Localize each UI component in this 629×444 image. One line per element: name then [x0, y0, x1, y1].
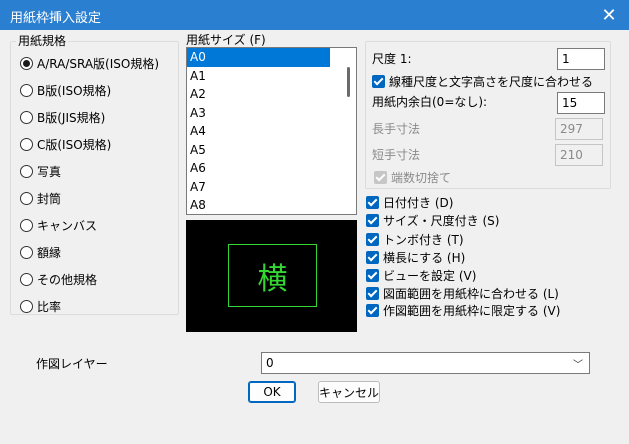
list-item[interactable]: A3 — [187, 104, 330, 123]
radio-paper-standard-7[interactable]: 額縁 — [20, 244, 61, 260]
size-scale-checkbox[interactable]: サイズ・尺度付き (S) — [366, 212, 499, 228]
radio-paper-standard-3[interactable]: C版(ISO規格) — [20, 136, 111, 152]
radio-label: その他規格 — [37, 272, 98, 287]
linetype-scale-checkbox[interactable]: 線種尺度と文字高さを尺度に合わせる — [372, 73, 593, 89]
paper-standard-label: 用紙規格 — [16, 34, 69, 48]
radio-icon — [20, 272, 33, 286]
checkbox-label: ビューを設定 (V) — [383, 268, 477, 283]
radio-label: 額縁 — [37, 245, 62, 260]
checkbox-checked-icon — [366, 232, 379, 246]
ok-button[interactable]: OK — [248, 381, 296, 403]
radio-icon — [20, 83, 33, 97]
date-checkbox[interactable]: 日付付き (D) — [366, 194, 453, 210]
landscape-checkbox[interactable]: 横長にする (H) — [366, 249, 465, 265]
layer-label: 作図レイヤー — [36, 357, 108, 371]
checkbox-checked-icon — [366, 268, 379, 282]
list-item[interactable]: A1 — [187, 67, 330, 86]
radio-label: A/RA/SRA版(ISO規格) — [37, 56, 159, 71]
radio-label: 比率 — [37, 299, 62, 314]
radio-icon — [20, 137, 33, 151]
checkbox-checked-icon — [366, 250, 379, 264]
limit-drawing-range-checkbox[interactable]: 作図範囲を用紙枠に限定する (V) — [366, 302, 560, 318]
radio-label: 写真 — [37, 164, 62, 179]
list-item[interactable]: A4 — [187, 122, 330, 141]
list-scrollbar[interactable] — [339, 48, 356, 214]
long-side-input: 297 — [555, 118, 603, 140]
long-side-label: 長手寸法 — [372, 122, 421, 136]
radio-label: キャンバス — [37, 218, 98, 233]
cancel-button[interactable]: キャンセル — [318, 381, 380, 403]
checkbox-label: トンボ付き (T) — [383, 232, 464, 247]
checkbox-checked-icon — [372, 74, 385, 88]
scale-label: 尺度 1: — [372, 52, 412, 66]
round-off-checkbox: 端数切捨て — [374, 169, 451, 185]
radio-label: C版(ISO規格) — [37, 137, 112, 152]
short-side-label: 短手寸法 — [372, 148, 421, 162]
scale-input[interactable]: 1 — [557, 48, 605, 70]
list-item[interactable]: A8 — [187, 196, 330, 214]
fit-drawing-range-checkbox[interactable]: 図面範囲を用紙枠に合わせる (L) — [366, 285, 559, 301]
radio-paper-standard-0[interactable]: A/RA/SRA版(ISO規格) — [20, 55, 159, 71]
checkbox-checked-icon — [366, 213, 379, 227]
radio-label: B版(JIS規格) — [37, 110, 106, 125]
checkbox-checked-icon — [366, 195, 379, 209]
preview-frame: 横 — [228, 244, 317, 307]
radio-label: 封筒 — [37, 191, 62, 206]
title-bar: 用紙枠挿入設定 ✕ — [0, 0, 629, 30]
layer-select[interactable]: 0 ﹀ — [261, 352, 590, 374]
set-view-checkbox[interactable]: ビューを設定 (V) — [366, 267, 476, 283]
checkbox-label: 横長にする (H) — [383, 250, 466, 265]
radio-paper-standard-8[interactable]: その他規格 — [20, 271, 97, 287]
radio-icon — [20, 110, 33, 124]
checkbox-checked-icon — [366, 303, 379, 317]
list-item[interactable]: A5 — [187, 141, 330, 160]
radio-paper-standard-9[interactable]: 比率 — [20, 298, 61, 314]
paper-size-label: 用紙サイズ (F) — [186, 33, 266, 47]
checkbox-checked-icon — [374, 170, 387, 184]
radio-paper-standard-6[interactable]: キャンバス — [20, 217, 97, 233]
radio-selected-icon — [20, 56, 33, 70]
list-item[interactable]: A0 — [187, 48, 330, 67]
checkbox-label: 線種尺度と文字高さを尺度に合わせる — [389, 74, 594, 89]
list-item[interactable]: A6 — [187, 159, 330, 178]
list-item[interactable]: A2 — [187, 85, 330, 104]
radio-icon — [20, 191, 33, 205]
window-title: 用紙枠挿入設定 — [10, 11, 102, 26]
radio-icon — [20, 218, 33, 232]
radio-paper-standard-1[interactable]: B版(ISO規格) — [20, 82, 111, 98]
scrollbar-thumb[interactable] — [347, 67, 350, 97]
checkbox-label: サイズ・尺度付き (S) — [383, 213, 500, 228]
checkbox-label: 端数切捨て — [391, 170, 452, 185]
radio-icon — [20, 164, 33, 178]
paper-size-list[interactable]: A0 A1 A2 A3 A4 A5 A6 A7 A8 — [186, 47, 357, 215]
trim-marks-checkbox[interactable]: トンボ付き (T) — [366, 231, 464, 247]
paper-preview: 横 — [186, 220, 357, 332]
checkbox-label: 作図範囲を用紙枠に限定する (V) — [383, 303, 561, 318]
checkbox-label: 日付付き (D) — [383, 195, 454, 210]
close-icon[interactable]: ✕ — [589, 0, 629, 30]
short-side-input: 210 — [555, 144, 603, 166]
radio-label: B版(ISO規格) — [37, 83, 112, 98]
radio-paper-standard-5[interactable]: 封筒 — [20, 190, 61, 206]
list-item[interactable]: A7 — [187, 178, 330, 197]
radio-icon — [20, 245, 33, 259]
preview-orientation-glyph: 横 — [257, 261, 288, 297]
radio-icon — [20, 299, 33, 313]
checkbox-label: 図面範囲を用紙枠に合わせる (L) — [383, 286, 559, 301]
radio-paper-standard-4[interactable]: 写真 — [20, 163, 61, 179]
radio-paper-standard-2[interactable]: B版(JIS規格) — [20, 109, 105, 125]
layer-value: 0 — [266, 356, 274, 370]
margin-label: 用紙内余白(0=なし): — [372, 95, 488, 109]
margin-input[interactable]: 15 — [557, 92, 605, 114]
checkbox-checked-icon — [366, 286, 379, 300]
chevron-down-icon: ﹀ — [573, 360, 583, 371]
